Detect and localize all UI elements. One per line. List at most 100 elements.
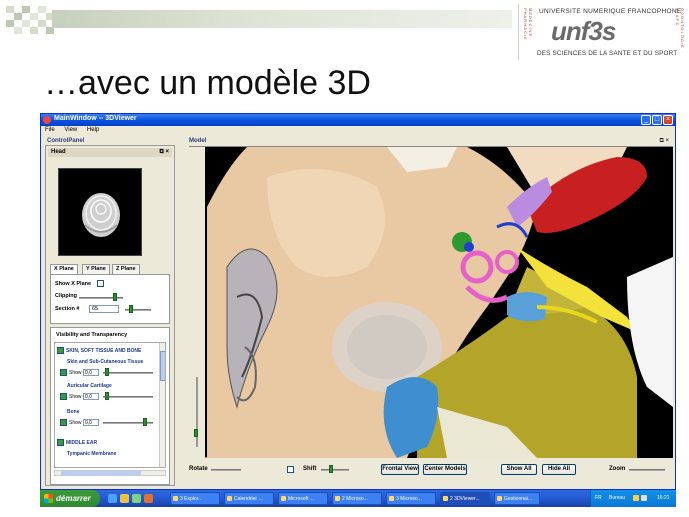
zoom-label: Zoom: [609, 466, 626, 472]
center-models-button[interactable]: Center Models: [423, 464, 467, 475]
item-auricular-show-label: Show: [69, 394, 82, 400]
tab-y-plane[interactable]: Y Plane: [82, 264, 110, 274]
hide-all-button[interactable]: Hide All: [542, 464, 576, 475]
tray-network-icon[interactable]: [633, 495, 639, 501]
item-bone-label: Bone: [67, 409, 80, 415]
task-calendar[interactable]: Calendrier ...: [224, 492, 274, 505]
show-x-plane-label: Show X Plane: [55, 281, 92, 287]
head-preview-render: [82, 193, 120, 237]
quicklaunch-desktop-icon[interactable]: [132, 494, 141, 503]
item-skin-show-checkbox[interactable]: [60, 369, 67, 376]
shift-slider-thumb[interactable]: [329, 465, 333, 473]
zoom-slider[interactable]: [629, 469, 665, 471]
visibility-list: SKIN, SOFT TISSUE AND BONE Skin and Sub-…: [54, 342, 166, 468]
item-skin-value[interactable]: 0,0: [83, 369, 99, 376]
shift-label: Shift: [303, 466, 317, 472]
head-panel-float-close-icon[interactable]: ⧉ ×: [160, 148, 169, 157]
visibility-horizontal-scrollbar[interactable]: [54, 470, 166, 476]
head-panel-header: Head ⧉ ×: [48, 148, 172, 157]
slide-header-band: [52, 10, 512, 28]
quicklaunch-ie-icon[interactable]: [108, 494, 117, 503]
logo-university: UNIVERSITE NUMERIQUE FRANCOPHONE: [539, 8, 682, 15]
show-x-plane-checkbox[interactable]: [97, 280, 104, 287]
rotate-slider[interactable]: [211, 469, 241, 471]
task-microsoft-2[interactable]: 2 Microso...: [332, 492, 382, 505]
menu-help[interactable]: Help: [83, 126, 103, 134]
3d-model-viewport[interactable]: [207, 147, 673, 458]
control-panel: Head ⧉ × X Plane Y Plane Z Plane Show X …: [45, 145, 175, 486]
visibility-vertical-scrollbar[interactable]: [159, 343, 165, 467]
shift-slider[interactable]: [321, 469, 349, 471]
item-bone-show-checkbox[interactable]: [60, 419, 67, 426]
windows-taskbar: démarrer 3 Explor... Calendrier ... Micr…: [40, 490, 676, 507]
logo-brand: unf3s: [551, 16, 616, 46]
item-tympanic-label: Tympanic Membrane: [67, 451, 117, 457]
start-label: démarrer: [56, 494, 91, 503]
slide-title: …avec un modèle 3D: [44, 64, 371, 102]
tray-desktop-label[interactable]: Bureau: [609, 495, 625, 501]
item-bone-show-label: Show: [69, 420, 82, 426]
item-auricular-show-checkbox[interactable]: [60, 393, 67, 400]
section-slider-thumb[interactable]: [129, 305, 133, 313]
task-microsoft-3[interactable]: 3 Microso...: [386, 492, 436, 505]
vertical-rotate-slider-thumb[interactable]: [194, 429, 198, 437]
task-gestionnaire[interactable]: Gestionnai...: [494, 492, 540, 505]
head-panel-title: Head: [51, 149, 66, 155]
item-skin-label: Skin and Sub-Cutaneous Tissue: [67, 359, 144, 365]
visibility-panel: Visibility and Transparency SKIN, SOFT T…: [50, 327, 170, 485]
group-middle-ear-checkbox[interactable]: [57, 439, 64, 446]
window-titlebar[interactable]: MainWindow -- 3DViewer _ □ ×: [41, 114, 675, 126]
item-skin-show-label: Show: [69, 370, 82, 376]
window-title: MainWindow -- 3DViewer: [54, 115, 137, 122]
unf3s-logo: MEDECINE · PHARMACIE UNIVERSITE NUMERIQU…: [518, 4, 685, 60]
item-bone-slider-thumb[interactable]: [143, 418, 147, 426]
logo-side-right: ODONTOLOGIE · STAPS: [675, 8, 685, 54]
menu-bar: File View Help: [41, 126, 675, 136]
item-auricular-label: Auricular Cartilage: [67, 383, 112, 389]
tray-clock[interactable]: 16:21: [657, 495, 670, 501]
quicklaunch-app-icon[interactable]: [144, 494, 153, 503]
model-panel-float-close-icon[interactable]: ⧉ ×: [660, 138, 669, 145]
show-all-button[interactable]: Show All: [501, 464, 537, 475]
clipping-label: Clipping: [55, 293, 77, 299]
group-skin-label: SKIN, SOFT TISSUE AND BONE: [66, 348, 142, 354]
item-skin-slider[interactable]: [103, 372, 153, 374]
clipping-slider-thumb[interactable]: [113, 293, 117, 301]
3d-ear-model-render: [207, 147, 673, 458]
app-icon: [43, 116, 51, 124]
item-auricular-value[interactable]: 0,0: [83, 393, 99, 400]
minimize-button[interactable]: _: [641, 115, 651, 125]
tray-volume-icon[interactable]: [641, 495, 647, 501]
close-button[interactable]: ×: [663, 115, 673, 125]
group-skin-checkbox[interactable]: [57, 347, 64, 354]
task-microsoft[interactable]: Microsoft ...: [278, 492, 328, 505]
x-plane-panel: Show X Plane Clipping Section # 65: [50, 274, 170, 324]
group-middle-ear-label: MIDDLE EAR: [66, 440, 98, 446]
tray-language[interactable]: FR: [595, 495, 602, 501]
app-window: MainWindow -- 3DViewer _ □ × File View H…: [40, 113, 676, 490]
model-left-controls: [189, 147, 205, 458]
tab-z-plane[interactable]: Z Plane: [112, 264, 140, 274]
item-skin-slider-thumb[interactable]: [105, 368, 109, 376]
item-auricular-slider[interactable]: [103, 396, 153, 398]
section-label: Section #: [55, 306, 80, 312]
item-bone-value[interactable]: 0,0: [83, 419, 99, 426]
maximize-button[interactable]: □: [652, 115, 662, 125]
item-auricular-slider-thumb[interactable]: [105, 392, 109, 400]
visibility-title: Visibility and Transparency: [56, 332, 128, 338]
quicklaunch-folder-icon[interactable]: [120, 494, 129, 503]
system-tray: FR Bureau 16:21: [590, 490, 676, 507]
frontal-view-button[interactable]: Frontal View: [381, 464, 419, 475]
task-explorer[interactable]: 3 Explor...: [170, 492, 220, 505]
head-preview-viewport[interactable]: [58, 168, 142, 256]
shift-checkbox[interactable]: [287, 466, 294, 473]
menu-view[interactable]: View: [60, 126, 81, 134]
model-toolbar: Rotate Shift Frontal View Center Models …: [189, 462, 673, 478]
windows-logo-icon: [44, 494, 53, 503]
menu-file[interactable]: File: [41, 126, 59, 134]
section-number-field[interactable]: 65: [89, 305, 119, 313]
slide-checker-decoration: [6, 6, 54, 34]
task-3dviewer[interactable]: 2 3DViewer...: [440, 492, 490, 505]
start-button[interactable]: démarrer: [40, 490, 100, 507]
logo-tagline: DES SCIENCES DE LA SANTE ET DU SPORT: [537, 50, 678, 57]
